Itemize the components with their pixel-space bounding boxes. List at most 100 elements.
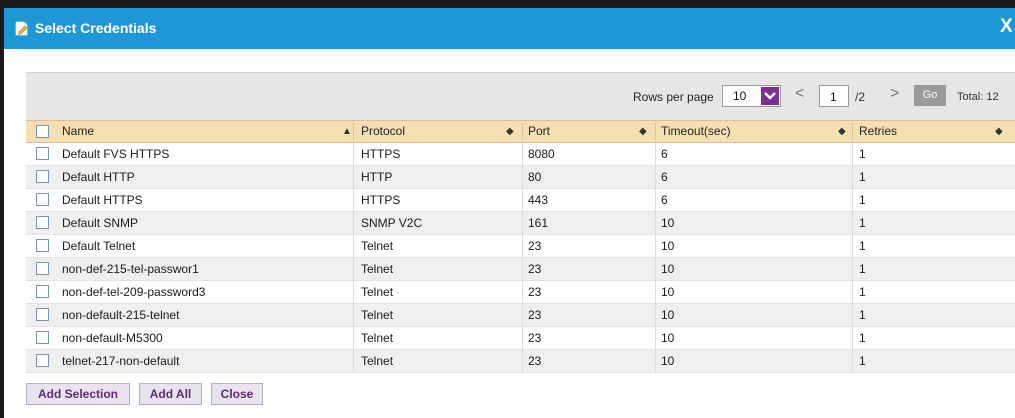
column-divider bbox=[522, 123, 523, 140]
column-header-retries[interactable]: Retries bbox=[859, 121, 897, 142]
document-edit-icon bbox=[15, 21, 29, 36]
cell-name: telnet-217-non-default bbox=[62, 354, 180, 368]
column-header-protocol[interactable]: Protocol bbox=[361, 121, 405, 142]
row-checkbox[interactable] bbox=[36, 308, 49, 321]
cell-timeout: 6 bbox=[661, 193, 668, 207]
table-row[interactable]: Default SNMP SNMP V2C 161 10 1 bbox=[26, 212, 1015, 235]
table-row[interactable]: non-default-215-telnet Telnet 23 10 1 bbox=[26, 304, 1015, 327]
cell-name: Default SNMP bbox=[62, 216, 139, 230]
select-all-checkbox[interactable] bbox=[36, 125, 49, 138]
cell-port: 23 bbox=[528, 262, 542, 276]
cell-port: 8080 bbox=[528, 147, 555, 161]
cell-divider bbox=[655, 350, 656, 373]
sort-icon[interactable]: ◆ bbox=[506, 121, 514, 142]
cell-divider bbox=[522, 143, 523, 166]
cell-retries: 1 bbox=[859, 239, 866, 253]
cell-divider bbox=[522, 258, 523, 281]
cell-protocol: SNMP V2C bbox=[361, 216, 423, 230]
column-divider bbox=[655, 123, 656, 140]
cell-divider bbox=[655, 327, 656, 350]
cell-port: 23 bbox=[528, 331, 542, 345]
cell-timeout: 10 bbox=[661, 308, 675, 322]
cell-retries: 1 bbox=[859, 193, 866, 207]
cell-divider bbox=[353, 350, 354, 373]
cell-divider bbox=[353, 304, 354, 327]
previous-page-button[interactable]: < bbox=[795, 85, 804, 103]
sort-icon[interactable]: ◆ bbox=[639, 121, 647, 142]
cell-port: 23 bbox=[528, 239, 542, 253]
row-checkbox[interactable] bbox=[36, 147, 49, 160]
row-checkbox[interactable] bbox=[36, 354, 49, 367]
select-credentials-dialog: Select Credentials X Rows per page 10 < … bbox=[4, 8, 1015, 418]
cell-divider bbox=[655, 166, 656, 189]
cell-retries: 1 bbox=[859, 262, 866, 276]
cell-divider bbox=[852, 327, 853, 350]
cell-divider bbox=[655, 304, 656, 327]
column-header-timeout[interactable]: Timeout(sec) bbox=[661, 121, 731, 142]
cell-divider bbox=[852, 189, 853, 212]
cell-divider bbox=[353, 189, 354, 212]
next-page-button[interactable]: > bbox=[890, 85, 899, 103]
table-row[interactable]: Default FVS HTTPS HTTPS 8080 6 1 bbox=[26, 143, 1015, 166]
cell-port: 161 bbox=[528, 216, 549, 230]
cell-divider bbox=[522, 281, 523, 304]
cell-name: non-default-M5300 bbox=[62, 331, 163, 345]
table-row[interactable]: non-default-M5300 Telnet 23 10 1 bbox=[26, 327, 1015, 350]
row-checkbox[interactable] bbox=[36, 239, 49, 252]
cell-divider bbox=[852, 281, 853, 304]
cell-retries: 1 bbox=[859, 331, 866, 345]
column-divider bbox=[353, 123, 354, 140]
sort-icon[interactable]: ◆ bbox=[838, 121, 846, 142]
cell-port: 80 bbox=[528, 170, 542, 184]
table-row[interactable]: Default HTTP HTTP 80 6 1 bbox=[26, 166, 1015, 189]
screenshot-frame: Select Credentials X Rows per page 10 < … bbox=[0, 0, 1015, 418]
table-row[interactable]: telnet-217-non-default Telnet 23 10 1 bbox=[26, 350, 1015, 373]
row-checkbox[interactable] bbox=[36, 193, 49, 206]
page-number-input[interactable]: 1 bbox=[819, 85, 849, 107]
cell-protocol: HTTPS bbox=[361, 147, 401, 161]
page-number-value: 1 bbox=[830, 90, 837, 104]
rows-per-page-label: Rows per page bbox=[633, 90, 714, 104]
rows-per-page-select[interactable]: 10 bbox=[722, 85, 781, 107]
cell-divider bbox=[655, 212, 656, 235]
column-header-name[interactable]: Name bbox=[62, 121, 94, 142]
table-row[interactable]: non-def-215-tel-passwor1 Telnet 23 10 1 bbox=[26, 258, 1015, 281]
total-count: Total: 12 bbox=[957, 91, 999, 103]
close-button[interactable]: Close bbox=[211, 383, 263, 405]
cell-divider bbox=[353, 166, 354, 189]
table-row[interactable]: Default HTTPS HTTPS 443 6 1 bbox=[26, 189, 1015, 212]
cell-name: non-default-215-telnet bbox=[62, 308, 180, 322]
row-checkbox[interactable] bbox=[36, 262, 49, 275]
cell-divider bbox=[353, 143, 354, 166]
cell-divider bbox=[852, 212, 853, 235]
cell-name: Default Telnet bbox=[62, 239, 136, 253]
table-row[interactable]: non-def-tel-209-password3 Telnet 23 10 1 bbox=[26, 281, 1015, 304]
cell-divider bbox=[522, 235, 523, 258]
row-checkbox[interactable] bbox=[36, 331, 49, 344]
row-checkbox[interactable] bbox=[36, 170, 49, 183]
table-row[interactable]: Default Telnet Telnet 23 10 1 bbox=[26, 235, 1015, 258]
close-icon[interactable]: X bbox=[1000, 16, 1013, 38]
cell-name: Default FVS HTTPS bbox=[62, 147, 170, 161]
cell-divider bbox=[353, 327, 354, 350]
add-all-button[interactable]: Add All bbox=[139, 383, 202, 405]
cell-timeout: 6 bbox=[661, 170, 668, 184]
cell-divider bbox=[353, 212, 354, 235]
cell-protocol: Telnet bbox=[361, 308, 394, 322]
sort-icon[interactable]: ◆ bbox=[995, 121, 1003, 142]
row-checkbox[interactable] bbox=[36, 216, 49, 229]
row-checkbox[interactable] bbox=[36, 285, 49, 298]
cell-protocol: Telnet bbox=[361, 285, 394, 299]
sort-ascending-icon[interactable]: ▲ bbox=[342, 121, 352, 142]
chevron-down-icon[interactable] bbox=[761, 87, 779, 105]
cell-divider bbox=[852, 166, 853, 189]
cell-divider bbox=[852, 304, 853, 327]
table-header: Name ▲ Protocol ◆ Port ◆ Timeout(sec) ◆ … bbox=[26, 120, 1015, 143]
cell-protocol: Telnet bbox=[361, 354, 394, 368]
cell-divider bbox=[655, 235, 656, 258]
cell-divider bbox=[353, 281, 354, 304]
add-selection-button[interactable]: Add Selection bbox=[26, 383, 130, 405]
go-button[interactable]: Go bbox=[914, 85, 946, 106]
column-header-port[interactable]: Port bbox=[528, 121, 550, 142]
cell-protocol: HTTP bbox=[361, 170, 393, 184]
